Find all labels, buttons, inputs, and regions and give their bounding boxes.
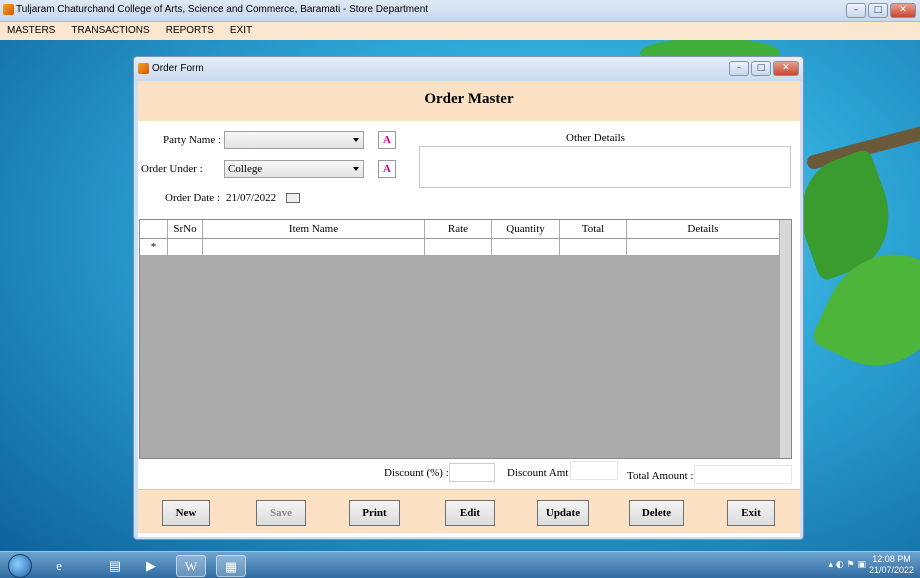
cell-details[interactable]: [627, 239, 780, 256]
grid-header: SrNo Item Name Rate Quantity Total Detai…: [140, 220, 780, 239]
order-date-picker[interactable]: 21/07/2022: [222, 189, 304, 207]
exit-button[interactable]: Exit: [727, 500, 775, 526]
form-icon: [138, 63, 149, 74]
chevron-down-icon: [353, 167, 359, 171]
order-form-title-bar: Order Form – □ ✕: [134, 57, 803, 81]
add-order-under-button[interactable]: A: [378, 160, 396, 178]
order-date-value: 21/07/2022: [226, 192, 277, 204]
column-header-srno[interactable]: SrNo: [168, 220, 203, 238]
grid-scrollbar[interactable]: [779, 220, 791, 458]
new-button[interactable]: New: [162, 500, 210, 526]
word-icon[interactable]: W: [176, 555, 206, 577]
cell-quantity[interactable]: [492, 239, 560, 256]
clock-date: 21/07/2022: [868, 565, 914, 575]
delete-button[interactable]: Delete: [629, 500, 684, 526]
minimize-button[interactable]: –: [846, 3, 866, 18]
child-window-controls: – □ ✕: [729, 61, 799, 76]
cell-total[interactable]: [560, 239, 627, 256]
child-minimize-button[interactable]: –: [729, 61, 749, 76]
save-button[interactable]: Save: [256, 500, 306, 526]
taskbar: e ▤ ▶ W ▦ ▴ ◐ ⚑ ▣ 12:08 PM 21/07/2022: [0, 551, 920, 578]
party-name-label: Party Name :: [163, 134, 222, 146]
total-amount-field: [694, 465, 792, 484]
calendar-icon[interactable]: [286, 193, 300, 203]
page-title: Order Master: [424, 91, 514, 107]
main-window-controls: – □ ✕: [846, 3, 916, 18]
total-amount-label: Total Amount :: [627, 470, 694, 482]
column-header-details[interactable]: Details: [627, 220, 780, 238]
maximize-button[interactable]: □: [868, 3, 888, 18]
add-party-button[interactable]: A: [378, 131, 396, 149]
party-name-select[interactable]: [224, 131, 364, 149]
order-under-value: College: [228, 163, 263, 175]
clock-time: 12:08 PM: [872, 554, 911, 564]
app-title: Tuljaram Chaturchand College of Arts, Sc…: [16, 4, 429, 15]
column-header-total[interactable]: Total: [560, 220, 627, 238]
form-header: Order Master: [138, 81, 800, 121]
order-under-select[interactable]: College: [224, 160, 364, 178]
other-details-label: Other Details: [566, 132, 625, 144]
child-close-button[interactable]: ✕: [773, 61, 799, 76]
discount-amt-label: Discount Amt :: [507, 467, 575, 479]
child-maximize-button[interactable]: □: [751, 61, 771, 76]
new-row-marker: *: [140, 239, 168, 256]
discount-amt-field: [570, 461, 618, 480]
close-button[interactable]: ✕: [890, 3, 916, 18]
table-row[interactable]: *: [140, 239, 780, 256]
app-icon: [3, 4, 14, 15]
clock[interactable]: 12:08 PM 21/07/2022: [869, 554, 914, 576]
internet-explorer-icon[interactable]: e: [44, 555, 74, 577]
system-tray-icons[interactable]: ▴ ◐ ⚑ ▣: [828, 560, 866, 570]
order-date-label: Order Date :: [165, 192, 220, 204]
update-button[interactable]: Update: [537, 500, 589, 526]
cell-item-name[interactable]: [203, 239, 425, 256]
edit-button[interactable]: Edit: [445, 500, 495, 526]
column-header-item-name[interactable]: Item Name: [203, 220, 425, 238]
menu-masters[interactable]: MASTERS: [4, 22, 58, 40]
media-player-icon[interactable]: ▶: [136, 555, 166, 577]
app-taskbar-icon[interactable]: ▦: [216, 555, 246, 577]
print-button[interactable]: Print: [349, 500, 400, 526]
menu-bar: MASTERS TRANSACTIONS REPORTS EXIT: [0, 22, 920, 40]
start-button[interactable]: [8, 554, 32, 578]
column-header-rate[interactable]: Rate: [425, 220, 492, 238]
row-header-corner: [140, 220, 168, 238]
menu-transactions[interactable]: TRANSACTIONS: [68, 22, 152, 40]
discount-pct-input[interactable]: [449, 463, 495, 482]
cell-srno[interactable]: [168, 239, 203, 256]
discount-pct-label: Discount (%) :: [384, 467, 449, 479]
other-details-textarea[interactable]: [419, 146, 791, 188]
action-button-bar: New Save Print Edit Update Delete Exit: [138, 489, 800, 533]
main-title-bar: Tuljaram Chaturchand College of Arts, Sc…: [0, 0, 920, 22]
menu-exit[interactable]: EXIT: [227, 22, 255, 40]
form-body: Order Master Party Name : A Order Under …: [138, 81, 800, 537]
menu-reports[interactable]: REPORTS: [163, 22, 217, 40]
order-items-grid[interactable]: SrNo Item Name Rate Quantity Total Detai…: [139, 219, 792, 459]
chevron-down-icon: [353, 138, 359, 142]
cell-rate[interactable]: [425, 239, 492, 256]
file-explorer-icon[interactable]: ▤: [100, 555, 130, 577]
column-header-quantity[interactable]: Quantity: [492, 220, 560, 238]
order-form-window: Order Form – □ ✕ Order Master Party Name…: [133, 56, 804, 540]
order-under-label: Order Under :: [141, 163, 203, 175]
order-form-title: Order Form: [152, 63, 204, 74]
